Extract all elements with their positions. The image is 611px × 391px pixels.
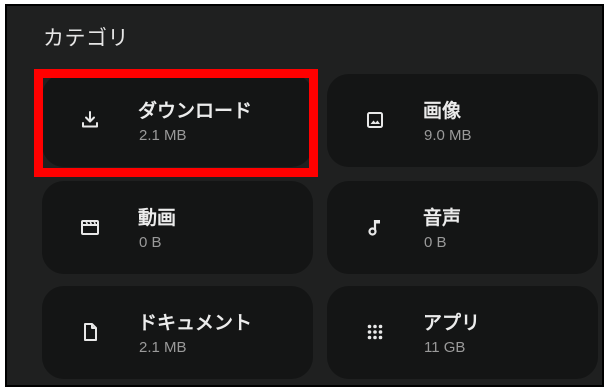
category-size: 2.1 MB: [139, 127, 187, 144]
apps-grid-icon: [363, 320, 387, 344]
category-label: ドキュメント: [138, 312, 253, 334]
section-title: カテゴリ: [43, 26, 129, 50]
category-size: 2.1 MB: [139, 339, 187, 356]
audio-icon: [363, 215, 387, 239]
category-label: 動画: [138, 207, 177, 229]
category-tile-images[interactable]: 画像 9.0 MB: [327, 74, 598, 167]
category-tile-apps[interactable]: アプリ 11 GB: [327, 286, 598, 379]
category-tile-documents[interactable]: ドキュメント 2.1 MB: [42, 286, 313, 379]
category-size: 0 B: [424, 234, 447, 251]
document-icon: [78, 320, 102, 344]
download-icon: [78, 108, 102, 132]
category-tile-videos[interactable]: 動画 0 B: [42, 181, 313, 274]
video-icon: [78, 215, 102, 239]
category-size: 11 GB: [424, 339, 466, 356]
category-label: ダウンロード: [138, 100, 253, 122]
categories-panel: カテゴリ ダウンロード 2.1 MB 画像 9.0 MB 動画 0 B 音声 0…: [5, 4, 604, 387]
category-tile-downloads[interactable]: ダウンロード 2.1 MB: [42, 74, 313, 167]
category-label: アプリ: [423, 312, 481, 334]
category-size: 0 B: [139, 234, 162, 251]
category-label: 画像: [423, 100, 462, 122]
image-icon: [363, 108, 387, 132]
category-label: 音声: [423, 207, 462, 229]
category-size: 9.0 MB: [424, 127, 472, 144]
category-tile-audio[interactable]: 音声 0 B: [327, 181, 598, 274]
